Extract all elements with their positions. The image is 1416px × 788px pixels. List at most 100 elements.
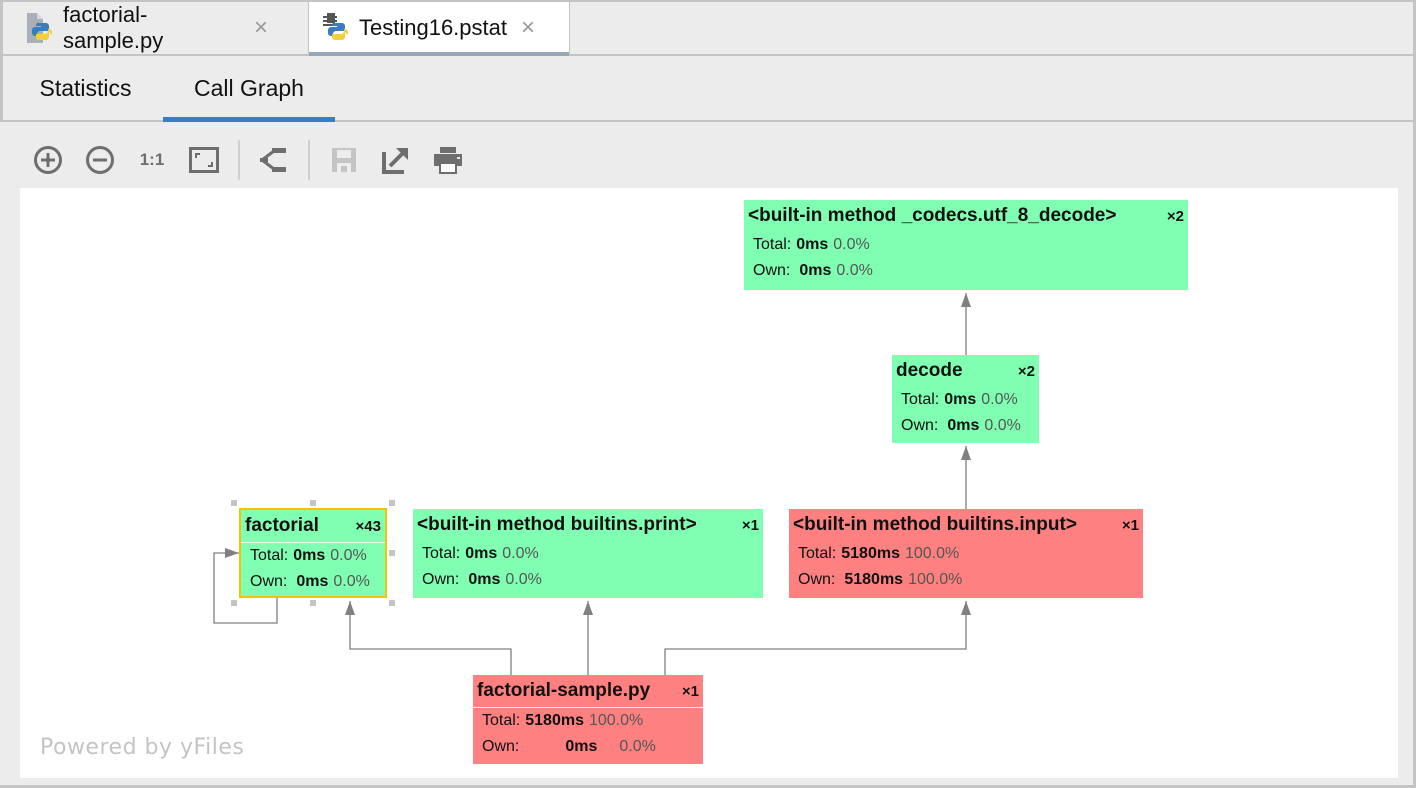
own-percent: 0.0% (619, 738, 656, 755)
print-icon (434, 147, 462, 174)
node-name: factorial-sample.py (477, 680, 651, 701)
own-time: 0ms (468, 571, 501, 588)
zoom-out-button[interactable] (74, 138, 126, 182)
graph-node-factorial[interactable]: factorial ×43 Total: 0ms 0.0% Own: 0ms 0.0% (239, 508, 387, 598)
node-name: factorial (245, 515, 319, 536)
actual-size-button[interactable]: 1:1 (126, 138, 178, 182)
own-label: Own: (753, 262, 791, 279)
node-name: <built-in method builtins.input> (793, 514, 1077, 535)
graph-node-decode[interactable]: decode ×2 Total: 0ms 0.0% Own: 0ms 0.0% (892, 355, 1039, 443)
own-percent: 0.0% (333, 573, 370, 590)
arrowhead-icon (345, 601, 355, 615)
edge-root-to-input[interactable] (664, 601, 967, 675)
arrowhead-icon (583, 601, 593, 615)
total-time: 5180ms (841, 545, 900, 562)
close-icon[interactable]: × (254, 14, 268, 42)
call-graph-edges (213, 293, 971, 675)
total-label: Total: (753, 236, 792, 253)
arrowhead-icon (225, 548, 239, 558)
editor-tab-bar: factorial-sample.py × Testing16.pstat × (0, 2, 1413, 56)
selection-handle[interactable] (310, 500, 316, 506)
editor-tab-testing16-pstat[interactable]: Testing16.pstat × (308, 2, 570, 56)
export-button[interactable] (370, 138, 422, 182)
own-time: 5180ms (844, 571, 904, 588)
own-time: 0ms (947, 417, 980, 434)
own-time: 0ms (296, 573, 329, 590)
own-time: 0ms (799, 262, 832, 279)
save-button[interactable] (318, 138, 370, 182)
yfiles-watermark: Powered by yFiles (40, 735, 245, 760)
total-label: Total: (901, 391, 940, 408)
total-time: 0ms (796, 236, 829, 253)
node-call-count: ×2 (1017, 362, 1035, 380)
node-name: <built-in method builtins.print> (417, 514, 697, 535)
graph-node-factorial-sample-py[interactable]: factorial-sample.py ×1 Total: 5180ms 100.0%… (473, 675, 703, 764)
total-time: 5180ms (525, 712, 584, 729)
total-time: 0ms (944, 391, 977, 408)
call-graph-canvas[interactable]: <built-in method _codecs.utf_8_decode> ×2… (20, 188, 1398, 778)
print-button[interactable] (422, 138, 474, 182)
total-label: Total: (250, 547, 289, 564)
selection-handle[interactable] (389, 550, 395, 556)
save-icon (332, 148, 356, 172)
zoom-in-icon (34, 146, 62, 174)
node-name: <built-in method _codecs.utf_8_decode> (748, 205, 1117, 226)
actual-size-icon: 1:1 (139, 150, 165, 169)
total-time: 0ms (465, 545, 498, 562)
zoom-in-button[interactable] (22, 138, 74, 182)
close-icon[interactable]: × (521, 14, 535, 42)
total-percent: 100.0% (588, 712, 644, 729)
graph-node-codecs-decode[interactable]: <built-in method _codecs.utf_8_decode> ×2… (744, 200, 1188, 290)
own-percent: 100.0% (908, 571, 963, 588)
fit-content-button[interactable] (178, 138, 230, 182)
editor-tab-label: Testing16.pstat (359, 15, 507, 40)
edge-root-to-factorial[interactable] (349, 601, 512, 675)
total-percent: 0.0% (981, 391, 1018, 408)
own-label: Own: (250, 573, 288, 590)
own-percent: 0.0% (984, 417, 1021, 434)
python-file-icon (25, 11, 55, 45)
editor-tab-factorial-sample[interactable]: factorial-sample.py × (0, 2, 268, 54)
own-percent: 0.0% (505, 571, 542, 588)
zoom-out-icon (86, 146, 114, 174)
node-call-count: ×2 (1166, 207, 1184, 225)
selection-handle[interactable] (231, 600, 237, 606)
toolbar-separator (238, 140, 240, 180)
own-label: Own: (901, 417, 939, 434)
layout-button[interactable] (248, 138, 300, 182)
tab-call-graph[interactable]: Call Graph (163, 56, 335, 122)
graph-node-builtins-input[interactable]: <built-in method builtins.input> ×1 Total… (789, 509, 1143, 598)
total-percent: 100.0% (904, 545, 960, 562)
own-label: Own: (798, 571, 836, 588)
total-percent: 0.0% (330, 547, 367, 564)
total-time: 0ms (293, 547, 326, 564)
selection-handle[interactable] (310, 600, 316, 606)
node-name: decode (896, 360, 963, 381)
graph-node-builtins-print[interactable]: <built-in method builtins.print> ×1 Total… (413, 509, 763, 598)
total-label: Total: (482, 712, 521, 729)
total-label: Total: (798, 545, 837, 562)
node-call-count: ×1 (681, 682, 699, 700)
hierarchy-layout-icon (260, 148, 286, 172)
tab-statistics[interactable]: Statistics (13, 56, 158, 120)
selection-handle[interactable] (389, 500, 395, 506)
own-label: Own: (422, 571, 460, 588)
arrowhead-icon (961, 293, 971, 307)
own-label: Own: (482, 738, 520, 755)
arrowhead-icon (961, 446, 971, 460)
arrowhead-icon (961, 601, 971, 615)
toolbar-separator (308, 140, 310, 180)
total-label: Total: (422, 545, 461, 562)
own-percent: 0.0% (836, 262, 873, 279)
node-call-count: ×1 (1121, 516, 1139, 534)
graph-toolbar: 1:1 (22, 138, 474, 182)
selection-handle[interactable] (389, 600, 395, 606)
python-profiler-icon (321, 11, 351, 45)
node-call-count: ×1 (741, 516, 759, 534)
editor-tab-label: factorial-sample.py (63, 2, 164, 53)
total-percent: 0.0% (833, 236, 870, 253)
selection-handle[interactable] (231, 500, 237, 506)
total-percent: 0.0% (502, 545, 539, 562)
node-call-count: ×43 (355, 517, 381, 535)
own-time: 0ms (565, 738, 598, 755)
